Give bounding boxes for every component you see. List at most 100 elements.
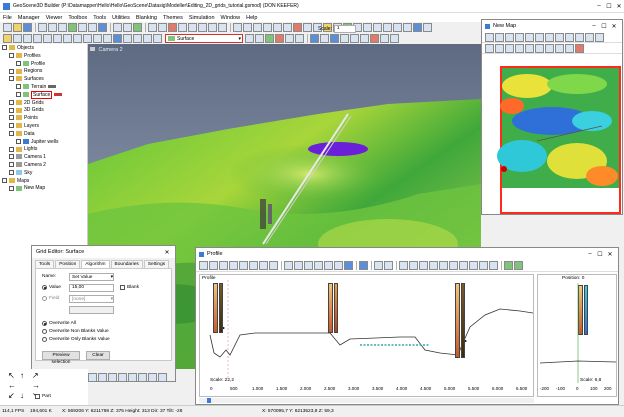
tool62-icon[interactable] (370, 34, 379, 43)
tab-settings[interactable]: Settings (143, 260, 170, 268)
tree-item[interactable]: Points (0, 115, 87, 123)
tool40-icon[interactable] (63, 34, 72, 43)
tool61-icon[interactable] (360, 34, 369, 43)
profile-tool-icon[interactable] (479, 261, 488, 270)
overwrite-nonblanks-radio[interactable] (42, 329, 47, 334)
menu-manager[interactable]: Manager (18, 15, 40, 21)
map-canvas[interactable] (482, 66, 622, 214)
tree-item[interactable]: Lights (0, 146, 87, 154)
profile-tool-icon[interactable] (469, 261, 478, 270)
map-tool-icon[interactable] (485, 43, 494, 53)
tree-item[interactable]: Profile (0, 61, 87, 69)
tool47-icon[interactable] (133, 34, 142, 43)
tool13-icon[interactable] (208, 23, 217, 32)
tool-icon[interactable] (108, 372, 117, 382)
zoom-in-icon[interactable] (294, 261, 303, 270)
tree-item[interactable]: Layers (0, 123, 87, 131)
menu-blanking[interactable]: Blanking (136, 15, 157, 21)
position-panel[interactable]: Position: 0 Scale: 6,8 -200 -100 0 100 2… (537, 274, 617, 397)
profile-tool-icon[interactable] (489, 261, 498, 270)
tool33-icon[interactable] (413, 23, 422, 32)
tool42-icon[interactable] (83, 34, 92, 43)
tool22-icon[interactable] (303, 23, 312, 32)
tool-icon[interactable] (138, 372, 147, 382)
close-icon[interactable]: ✕ (609, 23, 619, 30)
tree-item[interactable]: Regions (0, 68, 87, 76)
tool36-icon[interactable] (23, 34, 32, 43)
tool8-icon[interactable] (158, 23, 167, 32)
menu-toolbox[interactable]: Toolbox (68, 15, 87, 21)
tool7-icon[interactable] (148, 23, 157, 32)
field-select[interactable]: [none] ▾ (69, 295, 114, 303)
forward-icon[interactable] (384, 261, 393, 270)
tool50-icon[interactable] (245, 34, 254, 43)
profile-tool-icon[interactable] (199, 261, 208, 270)
tree-item[interactable]: Camera 1 (0, 154, 87, 162)
part-checkbox[interactable] (35, 394, 40, 399)
paste-icon[interactable] (58, 23, 67, 32)
profile-tool-icon[interactable] (514, 261, 523, 270)
tool3-icon[interactable] (88, 23, 97, 32)
arrow-down-icon[interactable]: ↓ (20, 391, 24, 400)
tool15-icon[interactable] (233, 23, 242, 32)
tool53-icon[interactable] (275, 34, 284, 43)
profile-tool-icon[interactable] (314, 261, 323, 270)
map-tool-icon[interactable] (515, 32, 524, 42)
tool58-icon[interactable] (330, 34, 339, 43)
save-icon[interactable] (23, 23, 32, 32)
map-tool-icon[interactable] (515, 43, 524, 53)
tool64-icon[interactable] (390, 34, 399, 43)
zoom-out-icon[interactable] (304, 261, 313, 270)
copy-icon[interactable] (48, 23, 57, 32)
profile-tool-icon[interactable] (324, 261, 333, 270)
tab-tools[interactable]: Tools (35, 260, 55, 268)
tool4-icon[interactable] (98, 23, 107, 32)
tree-item[interactable]: Sky (0, 170, 87, 178)
tool35-icon[interactable] (13, 34, 22, 43)
profile-tool-icon[interactable] (359, 261, 368, 270)
tree-item-selected[interactable]: Surface (0, 90, 87, 100)
profile-tool-icon[interactable] (249, 261, 258, 270)
tool30-icon[interactable] (383, 23, 392, 32)
value-input[interactable]: 15,00 (69, 284, 114, 292)
profile-tool-icon[interactable] (269, 261, 278, 270)
tool52-icon[interactable] (265, 34, 274, 43)
minimize-icon[interactable]: – (589, 23, 599, 29)
zoom-icon[interactable] (575, 32, 584, 42)
profile-tool-icon[interactable] (259, 261, 268, 270)
tool39-icon[interactable] (53, 34, 62, 43)
tool6-icon[interactable] (133, 23, 142, 32)
map-tool-icon[interactable] (545, 43, 554, 53)
profile-tool-icon[interactable] (219, 261, 228, 270)
tool51-icon[interactable] (255, 34, 264, 43)
tool18-icon[interactable] (263, 23, 272, 32)
tool14-icon[interactable] (218, 23, 227, 32)
arrow-up-icon[interactable]: ↑ (20, 371, 24, 380)
tool-icon[interactable] (118, 372, 127, 382)
clear-button[interactable]: Clear (86, 351, 110, 360)
tab-algorithm[interactable]: Algorithm (81, 260, 110, 268)
tool59-icon[interactable] (340, 34, 349, 43)
map-tool-icon[interactable] (495, 32, 504, 42)
arrow-up-left-icon[interactable]: ↖ (8, 371, 15, 380)
profile-tool-icon[interactable] (504, 261, 513, 270)
menu-utilities[interactable]: Utilities (112, 15, 130, 21)
pan-icon[interactable] (565, 32, 574, 42)
arrow-up-right-icon[interactable]: ↗ (32, 371, 39, 380)
map-tool-icon[interactable] (505, 43, 514, 53)
field-radio[interactable] (42, 296, 47, 301)
surface-select[interactable]: Surface ▾ (165, 34, 243, 43)
tool21-icon[interactable] (293, 23, 302, 32)
zoom-icon[interactable] (585, 32, 594, 42)
undo-icon[interactable] (148, 372, 157, 382)
profile-tool-icon[interactable] (459, 261, 468, 270)
preview-selection-button[interactable]: Preview selection (42, 351, 80, 365)
tree-item[interactable]: 3D Grids (0, 107, 87, 115)
profile-tool-icon[interactable] (344, 261, 353, 270)
menu-file[interactable]: File (3, 15, 12, 21)
field-extra-input[interactable] (69, 306, 114, 314)
profile-tool-icon[interactable] (409, 261, 418, 270)
profile-tool-icon[interactable] (229, 261, 238, 270)
tree-item[interactable]: Objects (0, 45, 87, 53)
redo-icon[interactable] (158, 372, 167, 382)
